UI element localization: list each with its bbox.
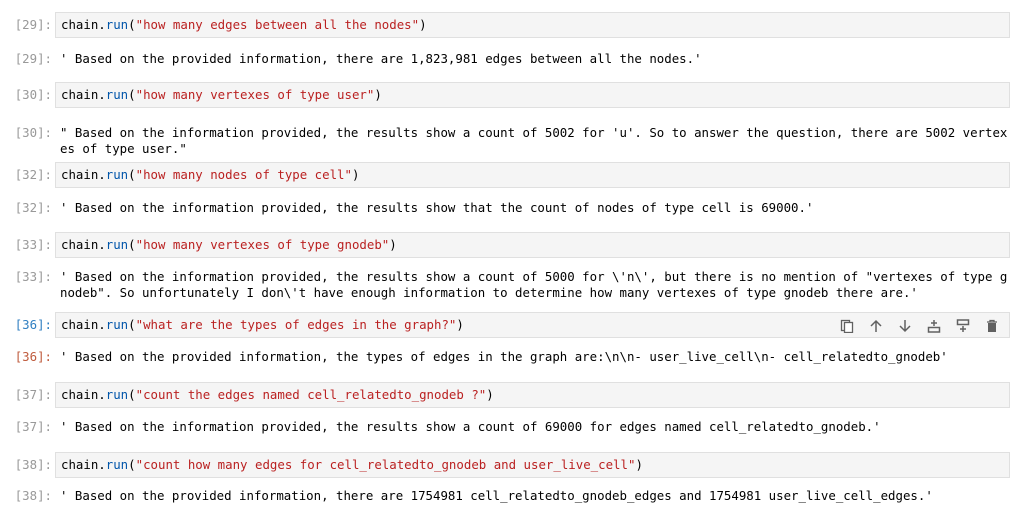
code-function: run (105, 387, 129, 402)
code-editor[interactable]: chain.run("what are the types of edges i… (55, 312, 1010, 338)
code-text[interactable]: chain.run("how many vertexes of type gno… (61, 237, 397, 253)
code-function: run (105, 457, 129, 472)
move-down-icon[interactable] (896, 317, 914, 335)
code-paren: ) (374, 87, 382, 102)
move-up-icon[interactable] (867, 317, 885, 335)
code-paren: ( (128, 317, 136, 332)
output-text: ' Based on the information provided, the… (60, 200, 814, 215)
delete-icon[interactable] (983, 317, 1001, 335)
code-editor[interactable]: chain.run("count the edges named cell_re… (55, 382, 1010, 408)
code-paren: ( (128, 457, 136, 472)
code-string: "how many nodes of type cell" (135, 167, 352, 182)
output-text: ' Based on the information provided, the… (60, 269, 1008, 300)
code-string: "how many vertexes of type user" (135, 87, 375, 102)
duplicate-icon[interactable] (838, 317, 856, 335)
code-object: chain. (61, 457, 106, 472)
output-prompt: [30]: (14, 125, 52, 140)
input-prompt: [30]: (14, 87, 52, 102)
code-paren: ) (456, 317, 464, 332)
code-paren: ( (128, 17, 136, 32)
code-editor[interactable]: chain.run("count how many edges for cell… (55, 452, 1010, 478)
code-object: chain. (61, 387, 106, 402)
cell-toolbar (838, 317, 1001, 335)
code-string: "how many vertexes of type gnodeb" (135, 237, 390, 252)
code-paren: ( (128, 87, 136, 102)
code-function: run (105, 17, 129, 32)
code-string: "how many edges between all the nodes" (135, 17, 420, 32)
code-paren: ) (351, 167, 360, 182)
code-function: run (105, 237, 129, 252)
code-object: chain. (61, 237, 106, 252)
code-text[interactable]: chain.run("how many edges between all th… (61, 17, 427, 33)
output-text: ' Based on the provided information, the… (60, 488, 933, 503)
code-editor[interactable]: chain.run("how many edges between all th… (55, 12, 1010, 38)
code-function: run (105, 87, 129, 102)
code-editor[interactable]: chain.run("how many nodes of type cell") (55, 162, 1010, 188)
code-paren: ) (419, 17, 427, 32)
output-text: ' Based on the provided information, the… (60, 349, 948, 364)
code-text[interactable]: chain.run("how many nodes of type cell") (61, 167, 359, 183)
input-prompt: [32]: (14, 167, 52, 182)
input-prompt: [33]: (14, 237, 52, 252)
code-function: run (105, 317, 129, 332)
code-object: chain. (61, 317, 106, 332)
code-function: run (105, 167, 129, 182)
code-string: "count how many edges for cell_relatedto… (135, 457, 636, 472)
input-prompt: [37]: (14, 387, 52, 402)
code-editor[interactable]: chain.run("how many vertexes of type use… (55, 82, 1010, 108)
code-paren: ) (635, 457, 643, 472)
code-string: "count the edges named cell_relatedto_gn… (135, 387, 487, 402)
code-text[interactable]: chain.run("how many vertexes of type use… (61, 87, 382, 103)
code-paren: ) (486, 387, 494, 402)
code-editor[interactable]: chain.run("how many vertexes of type gno… (55, 232, 1010, 258)
code-text[interactable]: chain.run("count the edges named cell_re… (61, 387, 494, 403)
output-text: ' Based on the information provided, the… (60, 419, 881, 434)
code-object: chain. (61, 167, 106, 182)
output-prompt: [29]: (14, 51, 52, 66)
code-string: "what are the types of edges in the grap… (135, 317, 457, 332)
code-object: chain. (61, 87, 106, 102)
code-paren: ( (128, 167, 136, 182)
output-prompt: [36]: (14, 349, 52, 364)
input-prompt: [36]: (14, 317, 52, 332)
output-text: ' Based on the provided information, the… (60, 51, 702, 66)
output-prompt: [38]: (14, 488, 52, 503)
input-prompt: [38]: (14, 457, 52, 472)
insert-below-icon[interactable] (954, 317, 972, 335)
output-prompt: [37]: (14, 419, 52, 434)
code-paren: ) (389, 237, 397, 252)
code-text[interactable]: chain.run("what are the types of edges i… (61, 317, 464, 333)
output-prompt: [33]: (14, 269, 52, 284)
code-object: chain. (61, 17, 106, 32)
output-text: " Based on the information provided, the… (60, 125, 1008, 156)
code-paren: ( (128, 237, 136, 252)
input-prompt: [29]: (14, 17, 52, 32)
code-text[interactable]: chain.run("count how many edges for cell… (61, 457, 643, 473)
insert-above-icon[interactable] (925, 317, 943, 335)
code-paren: ( (128, 387, 136, 402)
output-prompt: [32]: (14, 200, 52, 215)
